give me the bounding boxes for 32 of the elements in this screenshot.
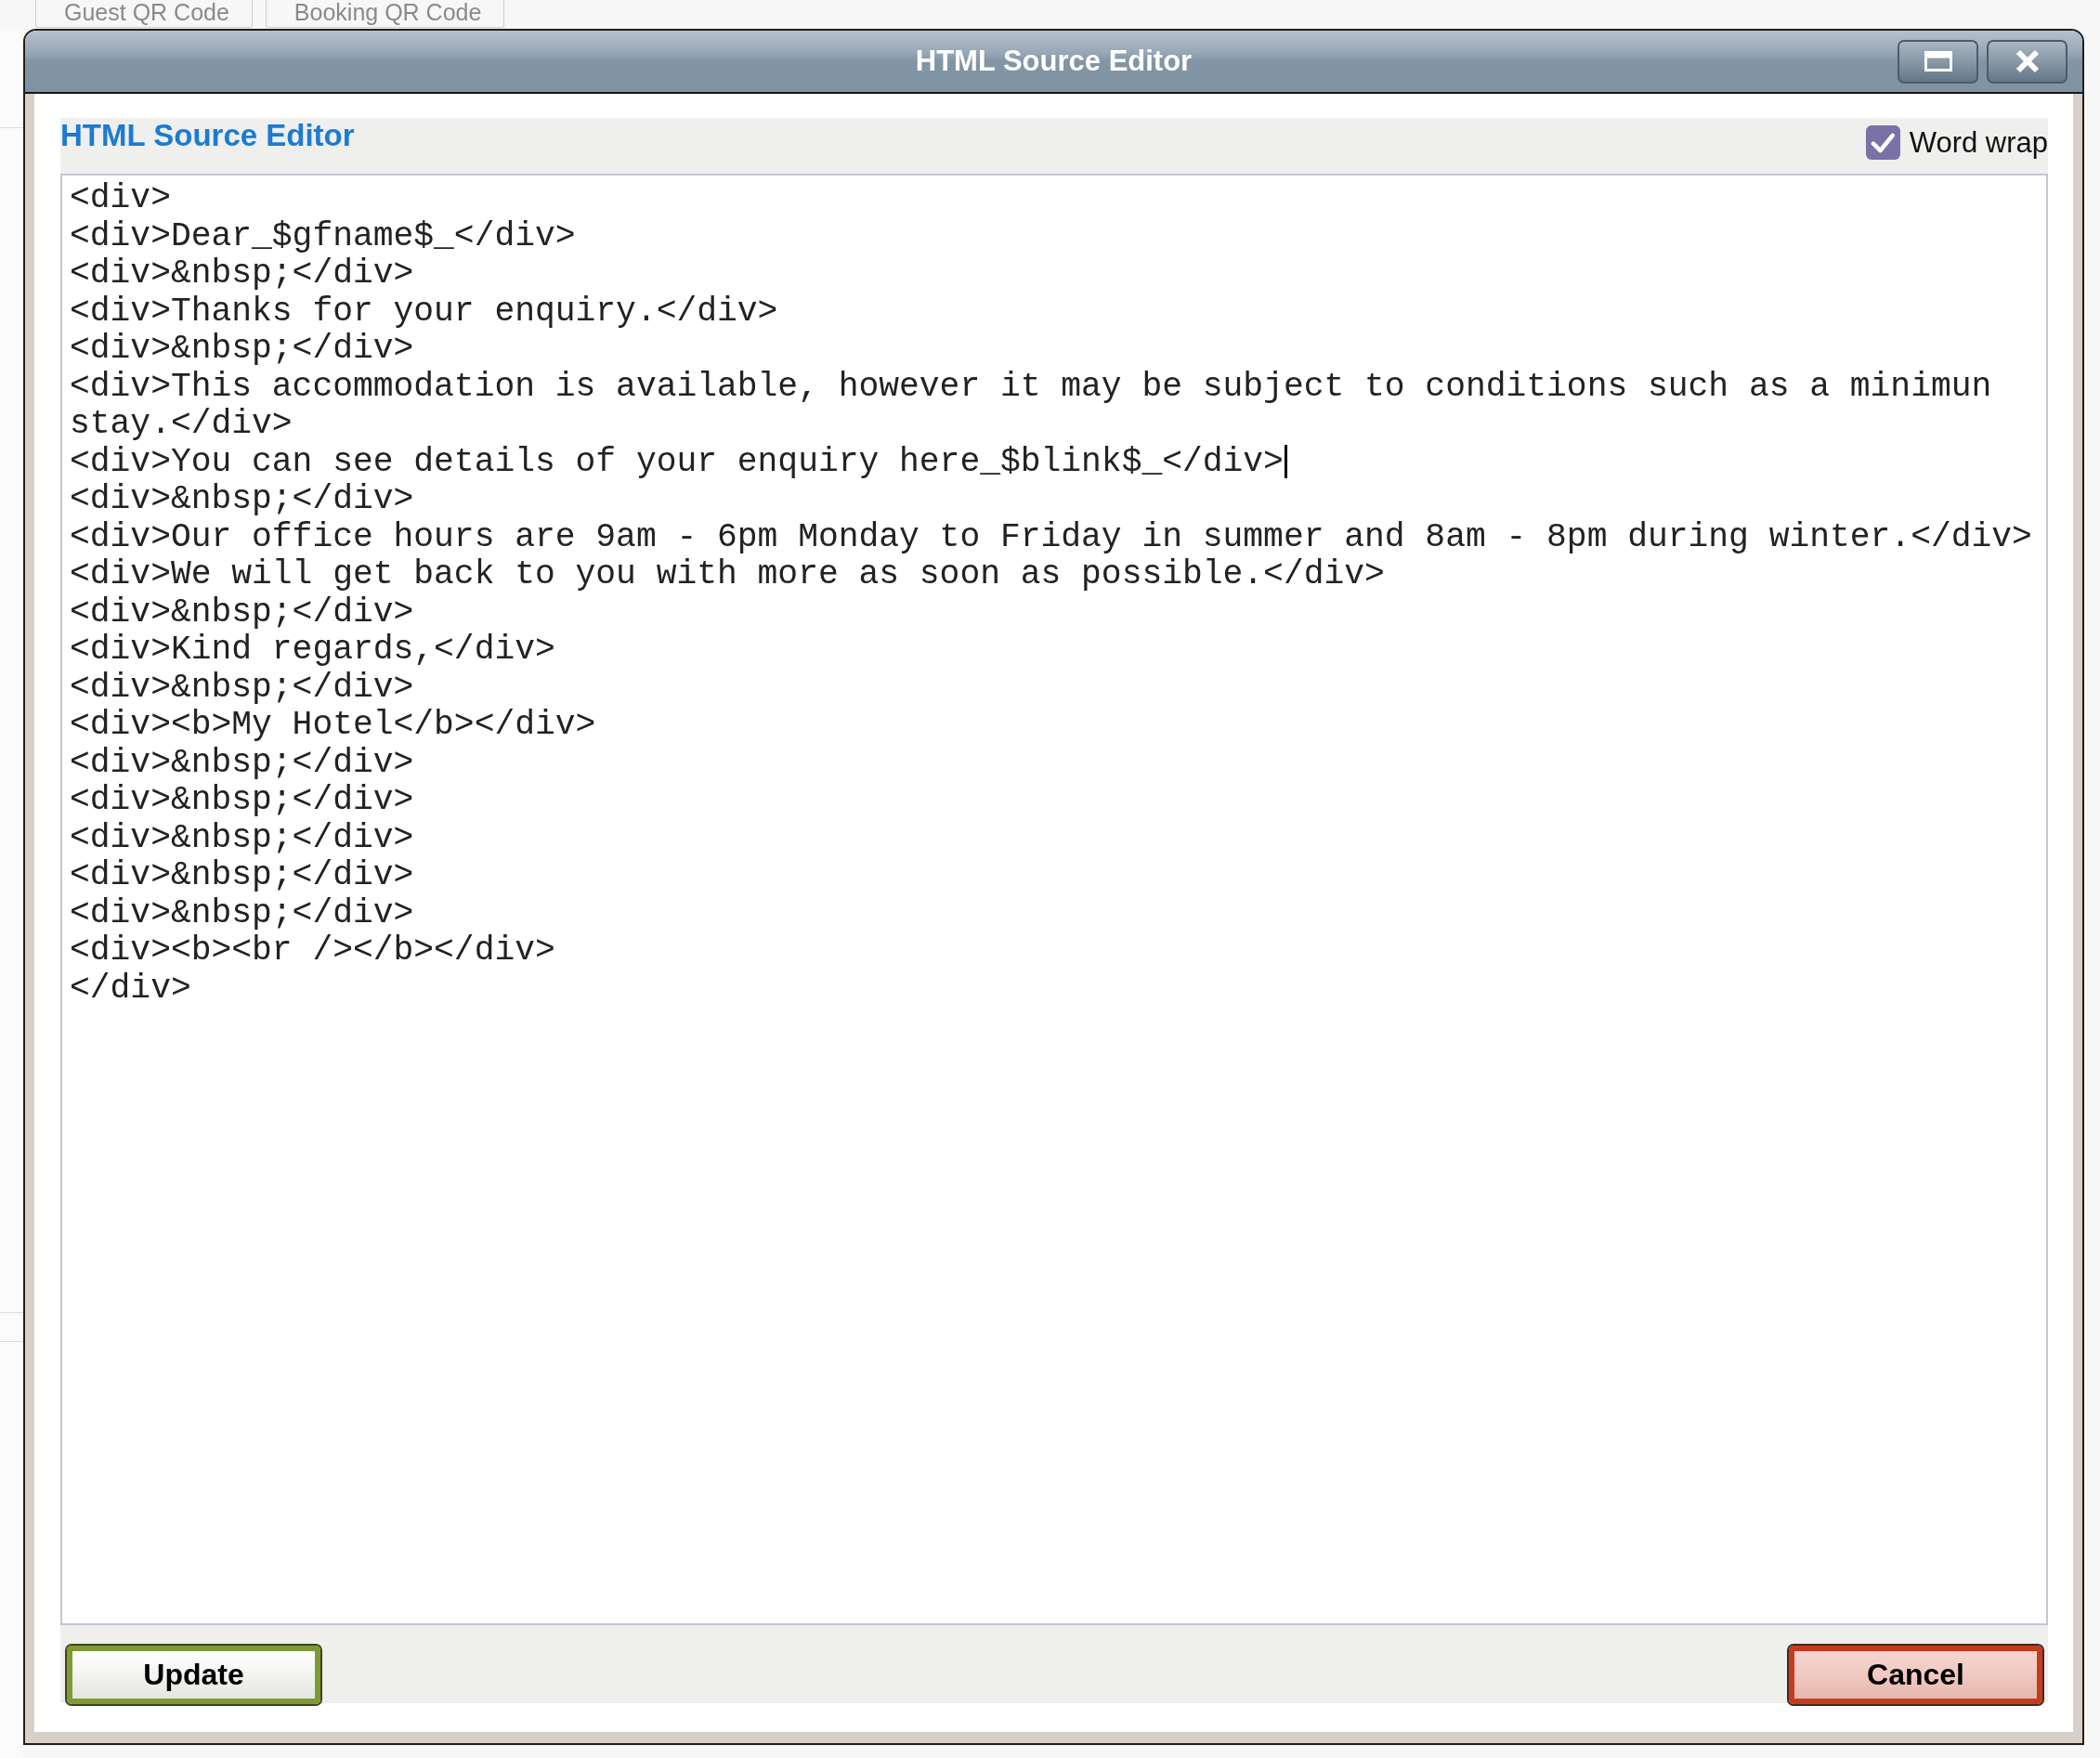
close-button[interactable] [1987, 39, 2067, 84]
code-line: </div> [70, 969, 191, 1008]
code-line: <div>&nbsp;</div> [70, 818, 414, 857]
code-line: <div>&nbsp;</div> [70, 593, 414, 632]
close-icon [2015, 49, 2040, 73]
maximize-icon [1924, 51, 1952, 72]
code-line: <div>You can see details of your enquiry here_$blink$_</div> [70, 442, 1284, 481]
cancel-button[interactable]: Cancel [1789, 1646, 2042, 1704]
code-line: <div>&nbsp;</div> [70, 856, 414, 894]
code-line: <div>&nbsp;</div> [70, 893, 414, 932]
word-wrap-label: Word wrap [1909, 125, 2048, 160]
code-line: <div>&nbsp;</div> [70, 480, 414, 518]
code-line: <div>&nbsp;</div> [70, 330, 414, 368]
html-source-field[interactable] [60, 174, 2048, 1625]
code-line: <div>&nbsp;</div> [70, 254, 414, 293]
code-line: <div>This accommodation is available, however it may be subject to conditions such as a minimun stay.</div> [70, 367, 1993, 443]
maximize-button[interactable] [1898, 39, 1978, 84]
code-line: <div><b><br /></b></div> [70, 931, 555, 970]
code-line: <div>Kind regards,</div> [70, 631, 555, 669]
code-line: <div>&nbsp;</div> [70, 668, 414, 707]
code-line: <div>Dear_$gfname$_</div> [70, 216, 576, 255]
code-line: <div>&nbsp;</div> [70, 743, 414, 782]
code-line: <div>We will get back to you with more as soon as possible.</div> [70, 555, 1385, 593]
code-line: <div>Thanks for your enquiry.</div> [70, 292, 778, 331]
code-line: <div>&nbsp;</div> [70, 781, 414, 819]
word-wrap-checkbox[interactable] [1865, 125, 1900, 160]
code-line: <div>Our office hours are 9am - 6pm Monday to Friday in summer and 8am - 8pm during winter.</div> [70, 517, 2032, 556]
code-line: <div> [70, 179, 171, 217]
editor-heading: HTML Source Editor [60, 118, 355, 153]
window-title: HTML Source Editor [915, 45, 1193, 78]
update-button[interactable]: Update [67, 1646, 320, 1704]
code-line: <div><b>My Hotel</b></div> [70, 706, 596, 744]
